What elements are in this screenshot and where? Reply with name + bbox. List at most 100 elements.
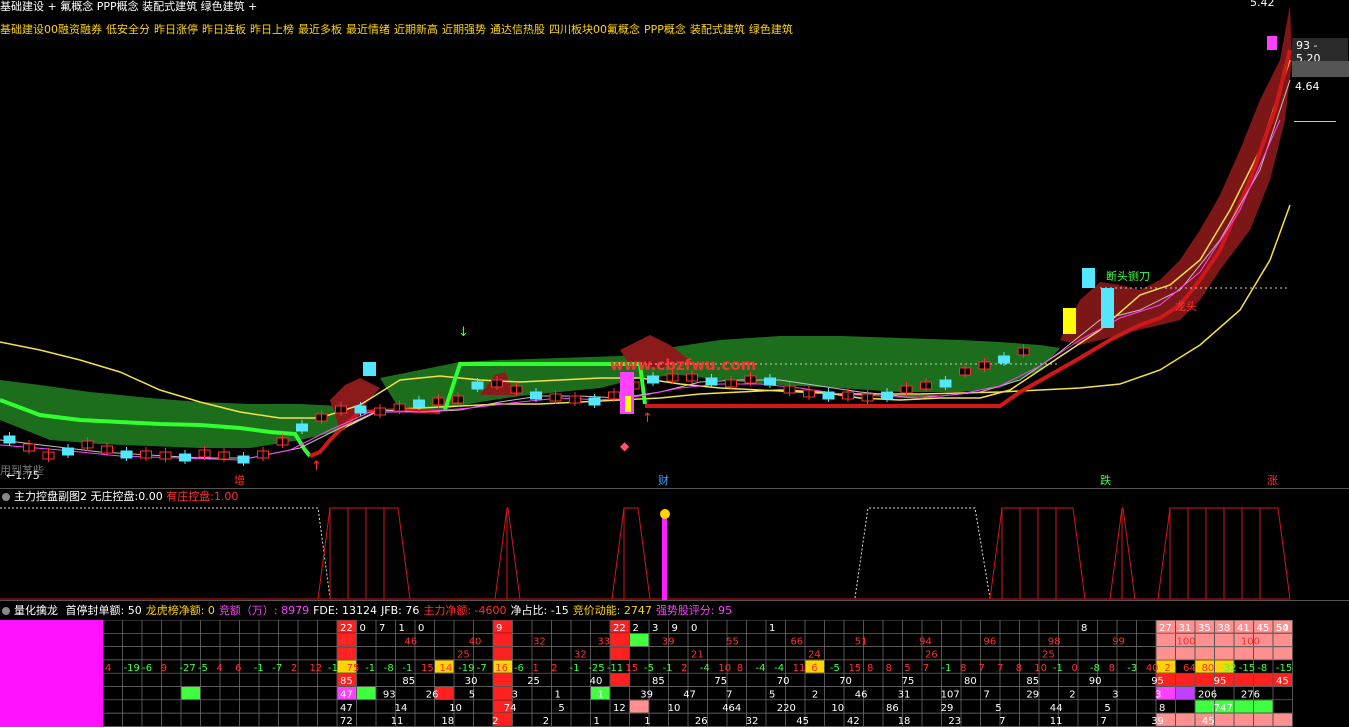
grid-value: 15 <box>421 663 434 674</box>
grid-value: 95 <box>1214 676 1227 687</box>
grid-value: 5 <box>469 690 475 701</box>
grid-value: -7 <box>477 663 487 674</box>
grid-value: 99 <box>1112 636 1125 647</box>
grid-value: 22 <box>613 623 626 634</box>
panel-toggle-icon[interactable] <box>2 607 10 615</box>
grid-value: 94 <box>919 636 932 647</box>
main-kline-chart[interactable]: ↓ ↑ ↑ ◆ www.cbzfwu.com 断头铡刀 龙头 增 财 跌 涨 <box>0 0 1349 490</box>
grid-cell <box>1254 713 1273 726</box>
grid-value: 85 <box>340 676 353 687</box>
grid-value: 10 <box>449 703 462 714</box>
grid-value: 74 <box>504 703 517 714</box>
grid-cell <box>630 633 649 647</box>
control-spike <box>611 507 651 600</box>
control-indicator-chart[interactable] <box>0 500 1349 600</box>
grid-value: 9 <box>672 623 678 634</box>
candle-mid-3 <box>625 396 631 412</box>
grid-value: 32 <box>746 716 759 727</box>
panel3-title[interactable]: 量化擒龙 首停封单额: 50 龙虎榜净额: 0 竞额（万）: 8979 FDE: 13… <box>2 602 732 618</box>
grid-cell <box>493 633 512 647</box>
grid-value: 107 <box>941 690 960 701</box>
grid-value: 16 <box>495 663 508 674</box>
grid-value: 3 <box>512 690 518 701</box>
grid-value: 3 <box>652 623 658 634</box>
grid-value: 15 <box>848 663 861 674</box>
grid-value: 45 <box>1257 623 1270 634</box>
magenta-block <box>0 620 103 727</box>
grid-cell <box>1176 647 1195 660</box>
grid-value: 80 <box>964 676 977 687</box>
grid-value: 2 <box>681 663 687 674</box>
grid-value: 18 <box>441 716 454 727</box>
grid-value: 8 <box>1081 623 1087 634</box>
grid-cell <box>1254 700 1273 713</box>
grid-cell <box>1273 647 1292 660</box>
grid-value: 6 <box>811 663 817 674</box>
grid-value: 2 <box>633 623 639 634</box>
grid-value: -6 <box>514 663 524 674</box>
grid-value: 86 <box>886 703 899 714</box>
grid-value: 31 <box>898 690 911 701</box>
grid-value: 1 <box>555 690 561 701</box>
candle-big-3 <box>1101 288 1114 328</box>
grid-value: 70 <box>777 676 790 687</box>
grid-value: 2 <box>1164 663 1170 674</box>
grid-value: 30 <box>465 676 478 687</box>
grid-value: 7 <box>1101 716 1107 727</box>
grid-value: 47 <box>340 636 353 647</box>
quant-grid[interactable]: 22 0 7 1 0 9 22 2 3 9 0 1 8 27 31 35 38 41 45 505447 46 40 32 3… <box>103 620 1303 727</box>
grid-value: 1 <box>532 663 538 674</box>
grid-value: -1 <box>365 663 375 674</box>
grid-value: 12 <box>613 703 626 714</box>
grid-cell <box>493 647 512 660</box>
grid-value: 46 <box>855 690 868 701</box>
grid-value: 10 <box>1034 663 1047 674</box>
grid-value: 747 <box>1214 703 1233 714</box>
panel-divider <box>0 600 1349 601</box>
grid-value: 96 <box>984 636 997 647</box>
annotation-label: 断头铡刀 <box>1106 269 1150 283</box>
grid-value: 35 <box>1198 623 1211 634</box>
grid-value: 9 <box>161 663 167 674</box>
candle-big-4 <box>1267 36 1277 50</box>
grid-value: -19 <box>458 663 474 674</box>
grid-value: 39 <box>640 690 653 701</box>
grid-value: -15 <box>1239 663 1255 674</box>
grid-value: 32 <box>533 636 546 647</box>
grid-value: 1 <box>399 623 405 634</box>
grid-cell <box>1215 647 1234 660</box>
control-spikes <box>317 507 1291 600</box>
grid-value: -5 <box>830 663 840 674</box>
indicator-item: 竞额（万）: 8979 <box>218 604 310 617</box>
indicator-item: 净占比: -15 <box>510 604 569 617</box>
grid-value: -11 <box>607 663 623 674</box>
grid-value: 75 <box>714 676 727 687</box>
grid-value: 85 <box>402 676 415 687</box>
grid-value: 9 <box>496 623 502 634</box>
smiley-icon <box>660 509 670 519</box>
grid-value: 25 <box>1042 650 1055 661</box>
grid-value: 5 <box>904 663 910 674</box>
grid-value: 2 <box>291 663 297 674</box>
grid-value: -8 <box>1257 663 1267 674</box>
grid-value: 44 <box>1050 703 1063 714</box>
grid-cell <box>630 700 649 713</box>
grid-value: 85 <box>1026 676 1039 687</box>
grid-value: 47 <box>340 703 353 714</box>
grid-value: 20 <box>340 650 353 661</box>
grid-value: 6 <box>235 663 241 674</box>
grid-value: 11 <box>1050 716 1063 727</box>
grid-value: 10 <box>831 703 844 714</box>
grid-value: 5 <box>558 703 564 714</box>
grid-value: -1 <box>402 663 412 674</box>
grid-value: 47 <box>683 690 696 701</box>
bottom-marker: 财 <box>658 473 669 487</box>
grid-value: 7 <box>726 690 732 701</box>
control-spike <box>494 507 521 600</box>
grid-value: 11 <box>793 663 806 674</box>
indicator-item: 首停封单额: 50 <box>65 604 142 617</box>
grid-value: -19 <box>124 663 140 674</box>
grid-value: 3 <box>1155 690 1161 701</box>
grid-value: 15 <box>625 663 638 674</box>
control-spike <box>989 507 1086 600</box>
